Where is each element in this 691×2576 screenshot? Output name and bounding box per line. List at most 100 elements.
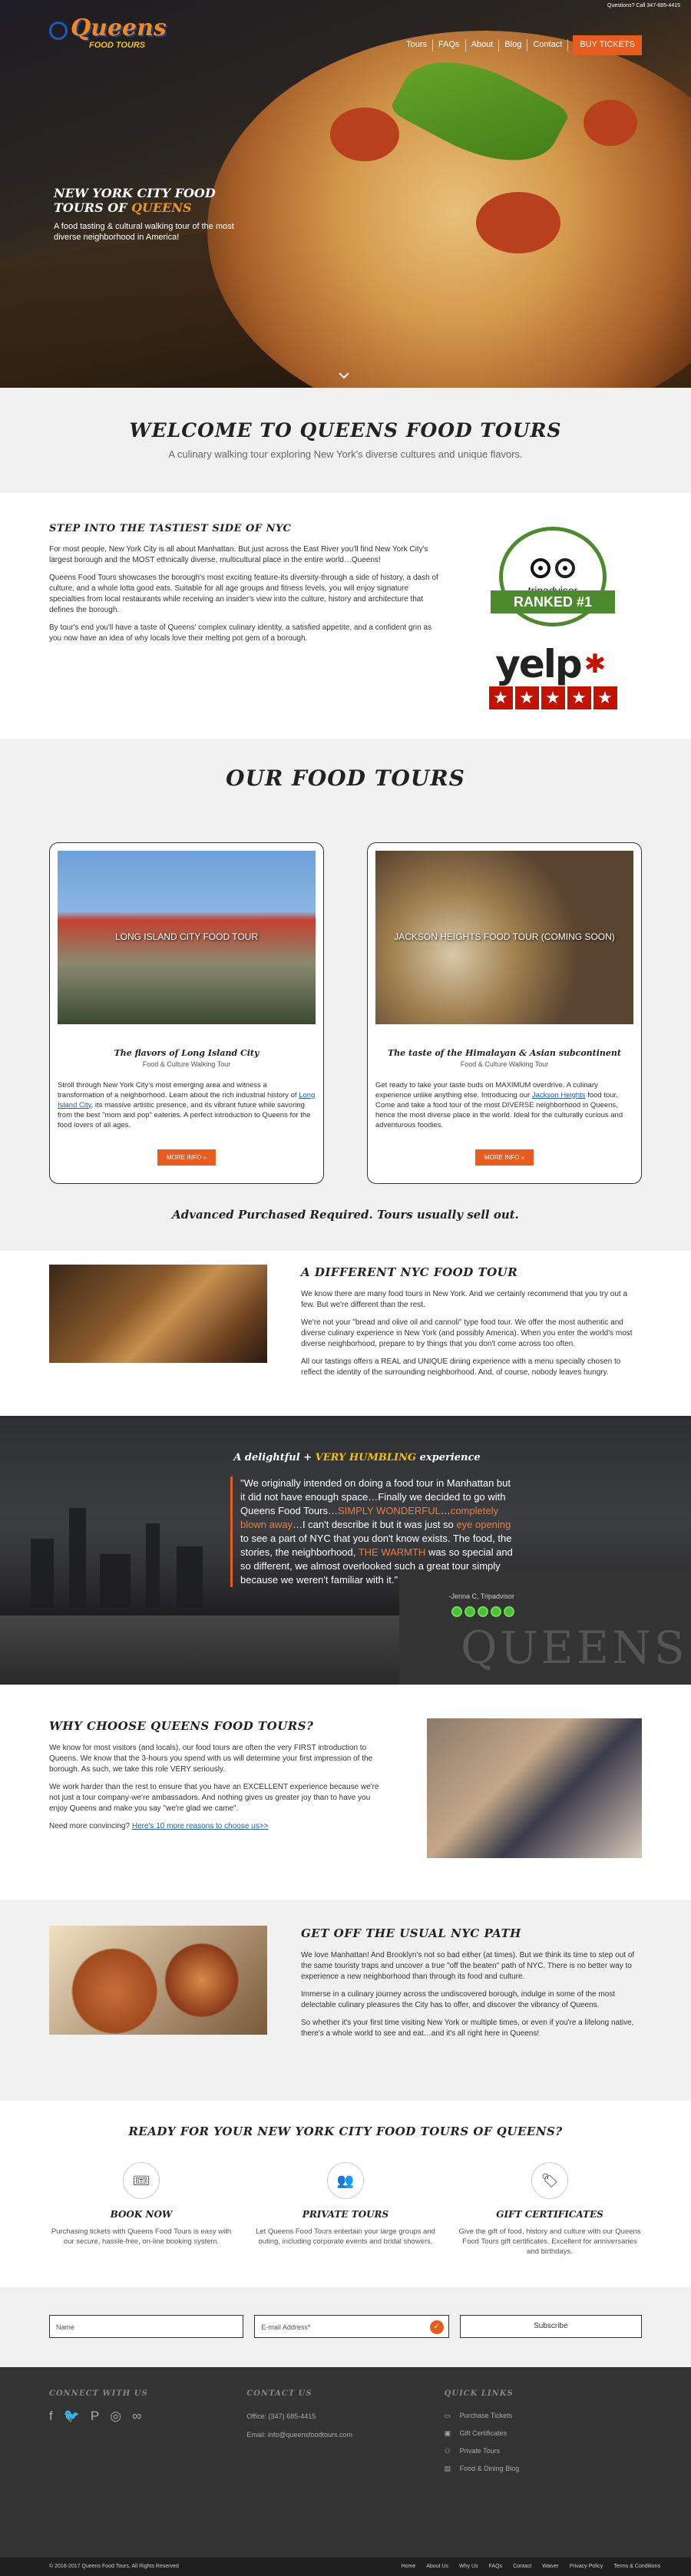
star-icon: ★ xyxy=(541,686,565,710)
quick-link-private[interactable]: ⚇ Private Tours xyxy=(445,2442,642,2460)
bottom-link-faqs[interactable]: FAQs xyxy=(489,2563,503,2571)
usual-paragraph: So whether it's your first time visiting… xyxy=(301,2019,634,2039)
nav-blog[interactable]: Blog xyxy=(499,39,528,51)
testimonial-heading: A delightful + VERY HUMBLING experience xyxy=(233,1452,481,1464)
bottom-link-privacy[interactable]: Privacy Policy xyxy=(570,2563,603,2571)
different-section: A DIFFERENT NYC FOOD TOUR We know there … xyxy=(0,1251,691,1417)
rating-dot xyxy=(451,1606,462,1618)
tour-card-jackson-heights: JACKSON HEIGHTS FOOD TOUR (COMING SOON) … xyxy=(367,842,642,1184)
nav-contact[interactable]: Contact xyxy=(527,39,569,51)
tastiest-title: STEP INTO THE TASTIEST SIDE OF NYC xyxy=(49,523,292,535)
footer-email[interactable]: Email: info@queensfoodtours.com xyxy=(246,2426,444,2444)
yelp-badge[interactable]: yelp ✱ xyxy=(495,645,610,683)
tour-cards: LONG ISLAND CITY FOOD TOUR The flavors o… xyxy=(49,842,642,1184)
buy-tickets-button[interactable]: BUY TICKETS xyxy=(573,35,642,55)
group-icon: 👥 xyxy=(327,2162,364,2200)
twitter-icon[interactable]: 🐦 xyxy=(64,2407,80,2426)
star-icon: ★ xyxy=(514,686,539,710)
usual-title: GET OFF THE USUAL NYC PATH xyxy=(301,1926,521,1941)
nav-about[interactable]: About xyxy=(466,39,500,51)
footer-phone[interactable]: Office: (347) 685-4415 xyxy=(246,2407,444,2426)
star-icon: ★ xyxy=(488,686,513,710)
tour-photo-lic[interactable]: LONG ISLAND CITY FOOD TOUR xyxy=(58,850,316,1024)
usual-paragraph: Immerse in a culinary journey across the… xyxy=(301,1990,616,2010)
name-input[interactable]: Name xyxy=(49,2314,244,2338)
tour-card-title: The flavors of Long Island City xyxy=(114,1047,260,1058)
nav-tours[interactable]: Tours xyxy=(401,39,434,51)
feature-title: PRIVATE TOURS xyxy=(302,2209,389,2221)
feature-private-tours[interactable]: 👥 PRIVATE TOURS Let Queens Food Tours en… xyxy=(253,2162,438,2256)
site-logo[interactable]: Queens FOOD TOURS xyxy=(49,17,167,63)
subscribe-button[interactable]: Subscribe xyxy=(459,2314,642,2338)
star-icon: ★ xyxy=(593,686,617,710)
hero-banner: Questions? Call 347-685-4415 Queens FOOD… xyxy=(0,0,691,388)
welcome-section: WELCOME TO QUEENS FOOD TOURS A culinary … xyxy=(0,388,691,494)
footer-connect: CONNECT WITH US f 🐦 P ◎ ∞ xyxy=(49,2389,246,2536)
quick-link-purchase[interactable]: ▭ Purchase Tickets xyxy=(445,2407,642,2425)
feature-gift-certificates[interactable]: 🏷 GIFT CERTIFICATES Give the gift of foo… xyxy=(458,2162,642,2256)
tour-photo-label: LONG ISLAND CITY FOOD TOUR xyxy=(114,931,259,943)
kids-dining-image xyxy=(427,1718,642,1859)
bottom-link-waiver[interactable]: Waiver xyxy=(542,2563,559,2571)
welcome-subtitle: A culinary walking tour exploring New Yo… xyxy=(168,448,523,461)
tour-card-title: The taste of the Himalayan & Asian subco… xyxy=(388,1047,621,1058)
yelp-burst-icon: ✱ xyxy=(584,650,607,680)
feature-text: Let Queens Food Tours entertain your lar… xyxy=(256,2227,435,2246)
footer-quick-title: QUICK LINKS xyxy=(444,2389,514,2398)
tour-photo-jackson-heights[interactable]: JACKSON HEIGHTS FOOD TOUR (COMING SOON) xyxy=(375,850,633,1024)
quick-link-blog[interactable]: ▤ Food & Dining Blog xyxy=(445,2460,642,2478)
feature-text: Purchasing tickets with Queens Food Tour… xyxy=(51,2227,232,2246)
footer: CONNECT WITH US f 🐦 P ◎ ∞ CONTACT US Off… xyxy=(0,2366,691,2558)
logo-plate-icon xyxy=(49,21,68,40)
hero-sauce-spot xyxy=(330,107,399,161)
facebook-icon[interactable]: f xyxy=(49,2407,53,2426)
bottom-link-home[interactable]: Home xyxy=(402,2563,416,2571)
bottom-link-contact[interactable]: Contact xyxy=(513,2563,531,2571)
feature-text: Give the gift of food, history and cultu… xyxy=(458,2227,641,2256)
star-icon: ★ xyxy=(567,686,591,710)
tour-card-description: Stroll through New York City's most emer… xyxy=(58,1080,316,1129)
tour-photo-label: JACKSON HEIGHTS FOOD TOUR (COMING SOON) xyxy=(394,931,615,943)
nav-faqs[interactable]: FAQs xyxy=(433,39,466,51)
tripadvisor-rank: RANKED #1 xyxy=(491,590,615,614)
footer-contact-title: CONTACT US xyxy=(246,2389,312,2398)
yelp-logo: yelp xyxy=(495,642,582,687)
rating-dot xyxy=(465,1606,475,1618)
usual-paragraph: We love Manhattan! And Brooklyn's not so… xyxy=(301,1951,635,1982)
ready-title: READY FOR YOUR NEW YORK CITY FOOD TOURS … xyxy=(128,2125,563,2139)
hero-sauce-spot xyxy=(584,100,637,146)
feature-title: GIFT CERTIFICATES xyxy=(496,2209,603,2221)
tours-title: OUR FOOD TOURS xyxy=(226,766,465,792)
bottom-link-why[interactable]: Why Us xyxy=(459,2563,478,2571)
book-icon: ▤ xyxy=(444,2465,451,2473)
footer-connect-title: CONNECT WITH US xyxy=(49,2389,148,2398)
usual-path-section: GET OFF THE USUAL NYC PATH We love Manha… xyxy=(0,1900,691,2101)
tripadvisor-icon[interactable]: ∞ xyxy=(132,2407,141,2426)
pinterest-icon[interactable]: P xyxy=(91,2407,99,2426)
testimonial-author: -Jenna C, Tripadvisor xyxy=(448,1592,514,1601)
more-info-button[interactable]: MORE INFO » xyxy=(474,1149,534,1166)
testimonial-content: A delightful + VERY HUMBLING experience … xyxy=(230,1451,514,1618)
welcome-title: WELCOME TO QUEENS FOOD TOURS xyxy=(129,419,562,441)
quick-link-gift[interactable]: ▣ Gift Certificates xyxy=(445,2425,642,2442)
feature-book-now[interactable]: 🎟 BOOK NOW Purchasing tickets with Queen… xyxy=(49,2162,233,2256)
why-paragraph: We work harder than the rest to ensure t… xyxy=(49,1783,379,1814)
bottom-link-terms[interactable]: Terms & Conditions xyxy=(613,2563,660,2571)
instagram-icon[interactable]: ◎ xyxy=(110,2407,121,2426)
newsletter-signup: Name E-mail Address* ✓ Subscribe xyxy=(0,2287,691,2367)
ready-section: READY FOR YOUR NEW YORK CITY FOOD TOURS … xyxy=(0,2101,691,2287)
jackson-heights-link[interactable]: Jackson Heights xyxy=(532,1091,586,1100)
chevron-down-icon[interactable] xyxy=(338,371,350,383)
more-reasons-link[interactable]: Here's 10 more reasons to choose us>> xyxy=(132,1822,269,1830)
ticket-icon: 🎟 xyxy=(123,2162,160,2200)
usual-text: GET OFF THE USUAL NYC PATH We love Manha… xyxy=(301,1926,642,2075)
tastiest-paragraph: For most people, New York City is all ab… xyxy=(49,544,428,564)
email-input[interactable]: E-mail Address* ✓ xyxy=(254,2314,449,2338)
more-info-button[interactable]: MORE INFO » xyxy=(157,1149,216,1166)
different-paragraph: All our tastings offers a REAL and UNIQU… xyxy=(301,1357,621,1377)
why-text: WHY CHOOSE QUEENS FOOD TOURS? We know fo… xyxy=(49,1718,387,1866)
rating-dot xyxy=(478,1606,488,1618)
bottom-link-about[interactable]: About Us xyxy=(426,2563,448,2571)
tripadvisor-badge[interactable]: tripadvisor RANKED #1 xyxy=(491,527,615,627)
topbar-phone[interactable]: Questions? Call 347-685-4415 xyxy=(597,0,691,12)
